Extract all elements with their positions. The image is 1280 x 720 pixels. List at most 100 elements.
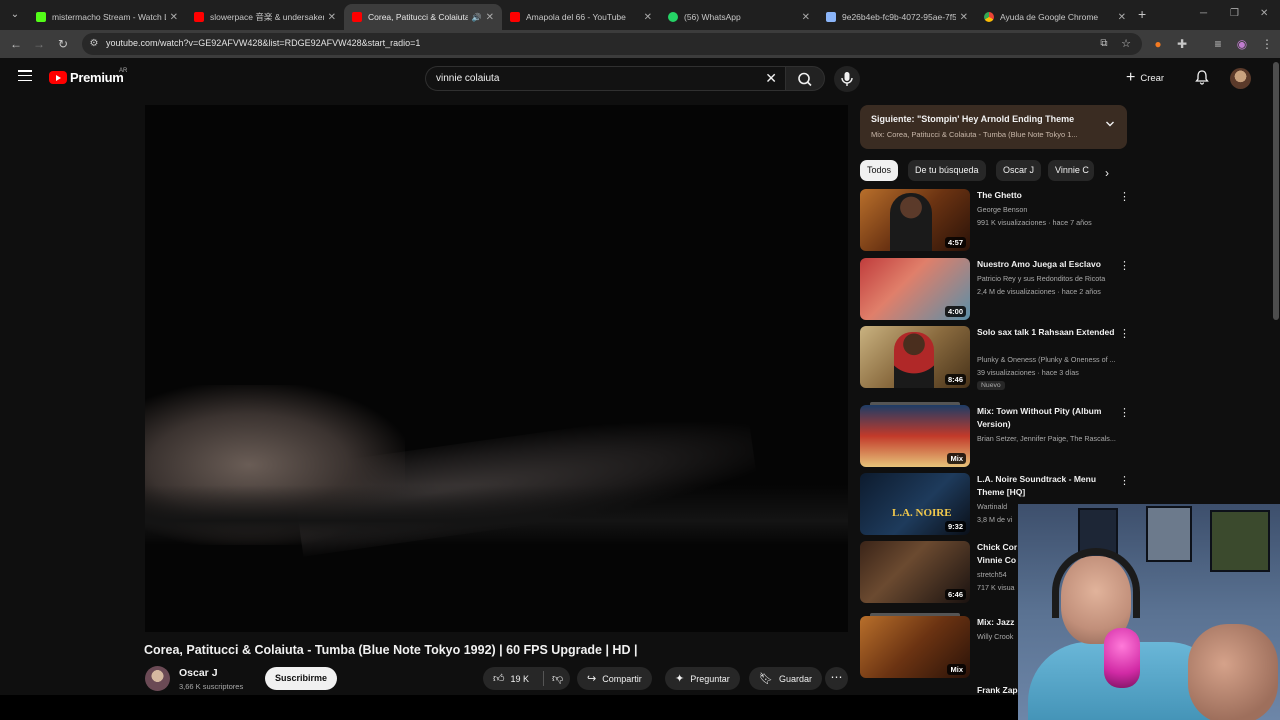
list-item[interactable]: 8:46 Solo sax talk 1 Rahsaan Extended Pl… xyxy=(860,326,1130,390)
address-bar[interactable]: ⚙ youtube.com/watch?v=GE92AFVW428&list=R… xyxy=(82,33,1142,55)
browser-tab[interactable]: mistermacho Stream - Watch Li... ✕ xyxy=(28,4,186,30)
kebab-menu-icon[interactable]: ⋮ xyxy=(1119,327,1130,340)
create-button[interactable]: + Crear xyxy=(1126,67,1164,89)
close-tab-icon[interactable]: ✕ xyxy=(644,12,652,23)
dislike-icon[interactable]: 👎︎ xyxy=(552,672,563,685)
chrome-menu-icon[interactable]: ⋮ xyxy=(1259,36,1275,52)
forward-icon[interactable]: → xyxy=(31,36,47,52)
video-player[interactable] xyxy=(145,105,848,632)
close-window-icon[interactable]: ✕ xyxy=(1260,8,1268,19)
browser-tab[interactable]: (56) WhatsApp ✕ xyxy=(660,4,818,30)
tab-search-button[interactable]: ⌄ xyxy=(6,6,24,24)
close-tab-icon[interactable]: ✕ xyxy=(486,12,494,23)
microphone-icon xyxy=(841,72,853,86)
browser-tab-active[interactable]: Corea, Patitucci & Colaiuta 🔊 ✕ xyxy=(344,4,502,30)
close-tab-icon[interactable]: ✕ xyxy=(802,12,810,23)
account-avatar[interactable] xyxy=(1230,68,1251,89)
streamer-arm xyxy=(1188,624,1278,720)
youtube-favicon-icon xyxy=(510,12,520,22)
youtube-premium-logo[interactable]: Premium xyxy=(49,70,124,85)
site-info-icon[interactable]: ⚙ xyxy=(86,36,102,52)
kick-favicon-icon xyxy=(36,12,46,22)
video-thumbnail[interactable]: Mix xyxy=(860,405,970,467)
video-thumbnail[interactable]: 6:46 xyxy=(860,541,970,603)
video-title: Corea, Patitucci & Colaiuta - Tumba (Blu… xyxy=(144,643,638,657)
search-icon xyxy=(798,72,812,87)
video-thumbnail[interactable]: L.A. NOIRE 9:32 xyxy=(860,473,970,535)
video-thumbnail[interactable]: 4:57 xyxy=(860,189,970,251)
close-tab-icon[interactable]: ✕ xyxy=(960,12,968,23)
like-count[interactable]: 19 K xyxy=(511,674,530,684)
voice-search-button[interactable] xyxy=(834,66,860,92)
browser-tab-strip: ⌄ mistermacho Stream - Watch Li... ✕ slo… xyxy=(0,0,1280,30)
mix-subtitle: Mix: Corea, Patitucci & Colaiuta - Tumba… xyxy=(871,130,1078,139)
region-code: AR xyxy=(119,68,128,74)
chip-oscar-j[interactable]: Oscar J xyxy=(996,160,1042,181)
close-tab-icon[interactable]: ✕ xyxy=(1118,12,1126,23)
install-app-icon[interactable]: ⧉ xyxy=(1096,36,1112,52)
headset xyxy=(1052,548,1140,618)
like-icon[interactable]: 👍︎ xyxy=(493,672,505,685)
browser-tab[interactable]: Amapola del 66 - YouTube ✕ xyxy=(502,4,660,30)
minimize-icon[interactable]: ─ xyxy=(1200,8,1207,19)
chip-vinnie[interactable]: Vinnie C xyxy=(1048,160,1094,181)
chip-todos[interactable]: Todos xyxy=(860,160,899,181)
youtube-favicon-icon xyxy=(194,12,204,22)
browser-tab[interactable]: Ayuda de Google Chrome ✕ xyxy=(976,4,1134,30)
subscribe-button[interactable]: Suscribirme xyxy=(265,667,337,690)
kebab-menu-icon[interactable]: ⋮ xyxy=(1119,190,1130,203)
share-button[interactable]: ↪ Compartir xyxy=(577,667,652,690)
media-control-icon[interactable]: ≡ xyxy=(1210,36,1226,52)
close-tab-icon[interactable]: ✕ xyxy=(170,12,178,23)
page-scrollbar[interactable] xyxy=(1273,62,1279,320)
kebab-menu-icon[interactable]: ⋮ xyxy=(1119,406,1130,419)
video-thumbnail[interactable]: Mix xyxy=(860,616,970,678)
video-thumbnail[interactable]: 8:46 xyxy=(860,326,970,388)
channel-name[interactable]: Oscar J xyxy=(179,667,218,679)
mix-playlist-panel[interactable]: Siguiente: "Stompin' Hey Arnold Ending T… xyxy=(860,105,1127,149)
more-actions-icon[interactable]: ⋯ xyxy=(825,667,848,690)
chip-de-tu-busqueda[interactable]: De tu búsqueda xyxy=(908,160,986,181)
close-tab-icon[interactable]: ✕ xyxy=(328,12,336,23)
youtube-header: Premium AR vinnie colaiuta ✕ + Crear xyxy=(0,58,1280,98)
bookmark-icon: 🔖︎ xyxy=(759,673,773,685)
chevron-down-icon[interactable] xyxy=(1105,119,1115,129)
chevron-right-icon[interactable]: › xyxy=(1105,166,1109,180)
kebab-menu-icon[interactable]: ⋮ xyxy=(1119,474,1130,487)
maximize-icon[interactable]: ❐ xyxy=(1230,8,1239,19)
speaker-icon[interactable]: 🔊 xyxy=(472,13,482,22)
extension-icon[interactable]: ● xyxy=(1150,36,1166,52)
save-button[interactable]: 🔖︎ Guardar xyxy=(749,667,822,690)
extensions-puzzle-icon[interactable]: ✚ xyxy=(1174,36,1190,52)
back-icon[interactable]: ← xyxy=(8,36,24,52)
microphone xyxy=(1104,628,1140,688)
hamburger-menu-icon[interactable] xyxy=(18,70,32,82)
notifications-bell-icon[interactable] xyxy=(1194,69,1210,85)
reload-icon[interactable]: ↻ xyxy=(55,36,71,52)
globe-favicon-icon xyxy=(826,12,836,22)
browser-tab[interactable]: slowerpace 音楽 & undersaken... ✕ xyxy=(186,4,344,30)
profile-avatar-icon[interactable]: ◉ xyxy=(1234,36,1250,52)
share-icon: ↪ xyxy=(587,673,597,685)
search-input[interactable]: vinnie colaiuta ✕ xyxy=(425,66,785,91)
new-tab-icon[interactable]: + xyxy=(1138,6,1146,22)
channel-avatar[interactable] xyxy=(145,666,170,691)
video-thumbnail[interactable]: 4:00 xyxy=(860,258,970,320)
clear-search-icon[interactable]: ✕ xyxy=(765,70,777,87)
ask-button[interactable]: ✦ Preguntar xyxy=(665,667,740,690)
plus-icon: + xyxy=(1126,69,1136,86)
youtube-favicon-icon xyxy=(352,12,362,22)
kebab-menu-icon[interactable]: ⋮ xyxy=(1119,259,1130,272)
url-text: youtube.com/watch?v=GE92AFVW428&list=RDG… xyxy=(106,38,421,48)
bookmark-star-icon[interactable]: ☆ xyxy=(1118,36,1134,52)
list-item[interactable]: 4:57 The Ghetto George Benson 991 K visu… xyxy=(860,189,1130,251)
search-button[interactable] xyxy=(785,66,825,91)
list-item[interactable]: 4:00 Nuestro Amo Juega al Esclavo Patric… xyxy=(860,258,1130,320)
webcam-overlay xyxy=(1018,504,1280,720)
like-dislike-group: 👍︎ 19 K 👎︎ xyxy=(483,667,570,690)
list-item[interactable]: Mix Mix: Town Without Pity (Album Versio… xyxy=(860,402,1130,467)
wall-poster xyxy=(1146,506,1192,562)
youtube-play-logo-icon xyxy=(49,71,67,84)
browser-tab[interactable]: 9e26b4eb-fc9b-4072-95ae-7f5... ✕ xyxy=(818,4,976,30)
video-frame-piano xyxy=(145,485,848,545)
